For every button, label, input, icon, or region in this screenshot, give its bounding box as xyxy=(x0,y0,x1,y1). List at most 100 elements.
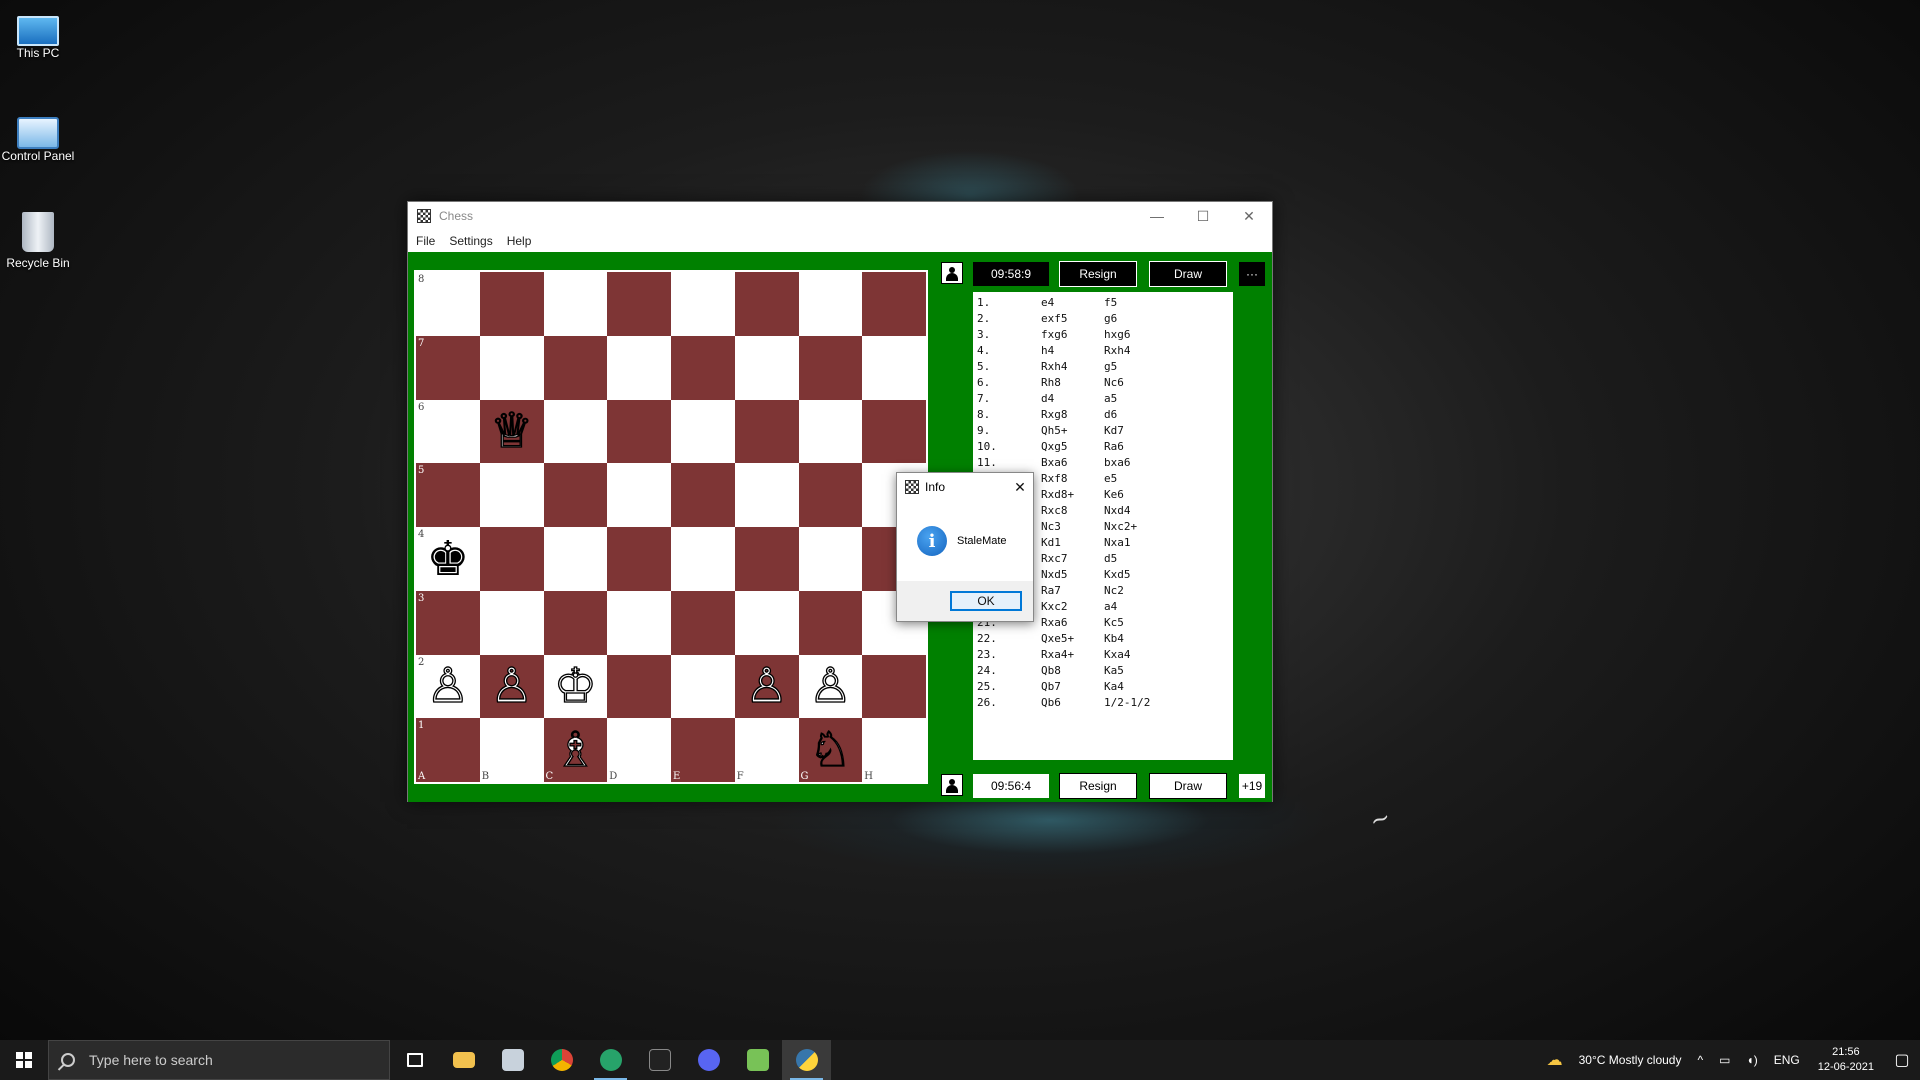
square-a3[interactable]: 3 xyxy=(416,590,480,655)
square-g8[interactable] xyxy=(798,272,863,336)
close-button[interactable]: ✕ xyxy=(1226,202,1272,230)
move-row[interactable]: 24. Qb8 Ka5 xyxy=(977,663,1229,679)
square-e2[interactable] xyxy=(671,654,735,719)
desktop-icon-control-panel[interactable]: Control Panel xyxy=(0,113,78,163)
square-f1[interactable]: F xyxy=(734,718,799,782)
taskbar-chrome[interactable] xyxy=(537,1040,586,1080)
move-row[interactable]: 4. h4 Rxh4 xyxy=(977,343,1229,359)
network-icon[interactable]: ▭ xyxy=(1719,1053,1730,1067)
chevron-up-icon[interactable]: ^ xyxy=(1697,1053,1703,1067)
black-king-piece[interactable]: ♚ xyxy=(426,535,469,583)
dialog-close-button[interactable]: ✕ xyxy=(1007,479,1033,496)
square-g1[interactable]: G ♘ xyxy=(798,718,863,782)
taskbar-python[interactable] xyxy=(782,1040,831,1080)
square-e8[interactable] xyxy=(671,272,735,336)
square-g3[interactable] xyxy=(798,590,863,655)
square-e1[interactable]: E xyxy=(671,718,735,782)
taskbar-app-green[interactable] xyxy=(586,1040,635,1080)
move-row[interactable]: 25. Qb7 Ka4 xyxy=(977,679,1229,695)
ok-button[interactable]: OK xyxy=(950,591,1022,611)
menu-settings[interactable]: Settings xyxy=(449,234,492,248)
square-b4[interactable] xyxy=(479,527,544,591)
square-f8[interactable] xyxy=(734,272,799,336)
square-c7[interactable] xyxy=(543,335,608,400)
square-h2[interactable] xyxy=(862,654,926,719)
square-f4[interactable] xyxy=(734,527,799,591)
move-row[interactable]: 8. Rxg8 d6 xyxy=(977,407,1229,423)
desktop-icon-this-pc[interactable]: This PC xyxy=(0,12,78,60)
square-b7[interactable] xyxy=(479,335,544,400)
white-bishop-piece[interactable]: ♗ xyxy=(553,725,597,774)
language-indicator[interactable]: ENG xyxy=(1774,1053,1800,1067)
square-a8[interactable]: 8 xyxy=(416,272,480,336)
move-row[interactable]: 11. Bxa6 bxa6 xyxy=(977,455,1229,471)
move-row[interactable]: 10. Qxg5 Ra6 xyxy=(977,439,1229,455)
square-d4[interactable] xyxy=(607,527,671,591)
move-row[interactable]: 7. d4 a5 xyxy=(977,391,1229,407)
maximize-button[interactable]: ☐ xyxy=(1180,202,1226,230)
desktop-icon-recycle-bin[interactable]: Recycle Bin xyxy=(0,212,78,270)
square-c6[interactable] xyxy=(543,399,608,464)
square-e7[interactable] xyxy=(671,335,735,400)
menu-file[interactable]: File xyxy=(416,234,435,248)
square-h1[interactable]: H xyxy=(862,718,926,782)
move-row[interactable]: 3. fxg6 hxg6 xyxy=(977,327,1229,343)
square-c8[interactable] xyxy=(543,272,608,336)
top-draw-button[interactable]: Draw xyxy=(1149,261,1227,287)
square-c1[interactable]: C ♗ xyxy=(543,718,608,782)
square-f5[interactable] xyxy=(734,463,799,527)
square-a2[interactable]: 2 ♙ xyxy=(416,654,480,719)
white-knight-piece[interactable]: ♘ xyxy=(808,725,852,774)
square-f6[interactable] xyxy=(734,399,799,464)
square-f3[interactable] xyxy=(734,590,799,655)
move-row[interactable]: 9. Qh5+ Kd7 xyxy=(977,423,1229,439)
top-more-button[interactable]: ··· xyxy=(1239,262,1265,286)
square-b8[interactable] xyxy=(479,272,544,336)
title-bar[interactable]: Chess — ☐ ✕ xyxy=(408,202,1272,230)
square-a5[interactable]: 5 xyxy=(416,463,480,527)
white-queen-piece[interactable]: ♕ xyxy=(489,407,533,456)
menu-help[interactable]: Help xyxy=(507,234,532,248)
minimize-button[interactable]: — xyxy=(1134,202,1180,230)
move-row[interactable]: 26. Qb6 1/2-1/2 xyxy=(977,695,1229,711)
square-b6[interactable]: ♕ xyxy=(479,399,544,464)
square-d1[interactable]: D xyxy=(607,718,671,782)
square-c4[interactable] xyxy=(543,527,608,591)
taskbar-discord[interactable] xyxy=(684,1040,733,1080)
square-g2[interactable]: ♙ xyxy=(798,654,863,719)
weather-icon[interactable]: ☁ xyxy=(1547,1050,1563,1070)
square-e6[interactable] xyxy=(671,399,735,464)
top-resign-button[interactable]: Resign xyxy=(1059,261,1137,287)
square-a7[interactable]: 7 xyxy=(416,335,480,400)
move-row[interactable]: 5. Rxh4 g5 xyxy=(977,359,1229,375)
square-d8[interactable] xyxy=(607,272,671,336)
square-a6[interactable]: 6 xyxy=(416,399,480,464)
square-b2[interactable]: ♙ xyxy=(479,654,544,719)
taskbar-android-studio[interactable] xyxy=(733,1040,782,1080)
square-d6[interactable] xyxy=(607,399,671,464)
square-f7[interactable] xyxy=(734,335,799,400)
square-g6[interactable] xyxy=(798,399,863,464)
square-c5[interactable] xyxy=(543,463,608,527)
square-e5[interactable] xyxy=(671,463,735,527)
move-row[interactable]: 1. e4 f5 xyxy=(977,295,1229,311)
move-row[interactable]: 2. exf5 g6 xyxy=(977,311,1229,327)
white-pawn-piece[interactable]: ♙ xyxy=(808,662,852,711)
square-b1[interactable]: B xyxy=(479,718,544,782)
weather-text[interactable]: 30°C Mostly cloudy xyxy=(1579,1053,1682,1067)
square-c3[interactable] xyxy=(543,590,608,655)
square-h7[interactable] xyxy=(862,335,926,400)
square-g7[interactable] xyxy=(798,335,863,400)
square-c2[interactable]: ♔ xyxy=(543,654,608,719)
square-a1[interactable]: 1A xyxy=(416,718,480,782)
task-view-button[interactable] xyxy=(390,1040,439,1080)
volume-icon[interactable]: ◖) xyxy=(1746,1053,1757,1067)
taskbar-mail[interactable] xyxy=(488,1040,537,1080)
square-e4[interactable] xyxy=(671,527,735,591)
square-f2[interactable]: ♙ xyxy=(734,654,799,719)
square-e3[interactable] xyxy=(671,590,735,655)
move-row[interactable]: 6. Rh8 Nc6 xyxy=(977,375,1229,391)
bottom-resign-button[interactable]: Resign xyxy=(1059,773,1137,799)
square-d5[interactable] xyxy=(607,463,671,527)
square-d2[interactable] xyxy=(607,654,671,719)
